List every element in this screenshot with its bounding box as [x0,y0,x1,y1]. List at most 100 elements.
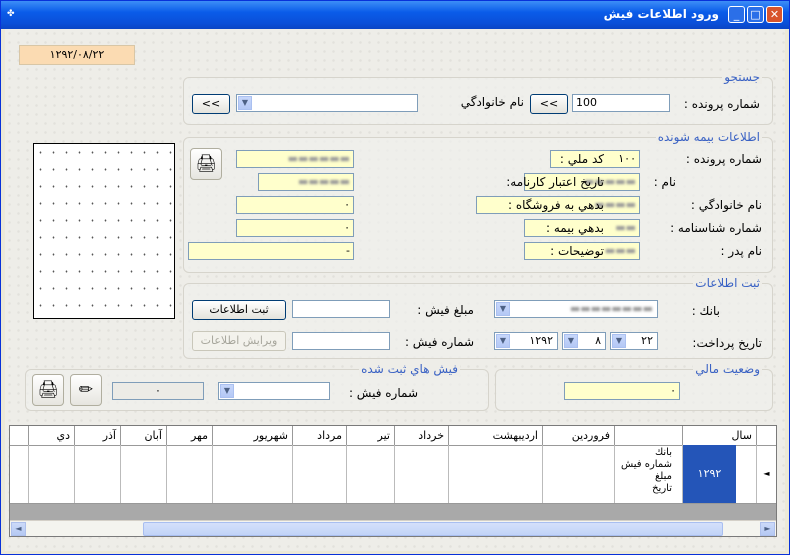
search-file-input[interactable]: 100 [572,94,670,112]
description-label: توضيحات : [550,244,604,258]
cell-shahrivar[interactable] [212,445,292,503]
redacted-text: ▬▬▬▬▬ [298,175,350,188]
cell-ordibehesht[interactable] [448,445,542,503]
scroll-right-icon[interactable]: ► [760,522,775,536]
scroll-left-icon[interactable]: ◄ [11,522,26,536]
window-menu-icon[interactable]: ✤ [7,9,19,19]
row-selector-header [756,426,776,445]
table-row[interactable]: ◄ ١٢٩٢ بانك شماره فيش مبلغ تاريخ [10,445,776,504]
chevron-down-icon[interactable]: ▼ [496,334,510,348]
header-ordibehesht[interactable]: ارديبهشت [448,426,542,445]
chevron-down-icon[interactable]: ▼ [564,334,578,348]
main-window: ✤ ورود اطلاعات فيش _ □ ✕ ١٢٩٢/٠٨/٢٢ جستج… [0,0,790,555]
printer-icon: 🖨 [37,380,59,400]
row-labels-cell[interactable]: بانك شماره فيش مبلغ تاريخ [614,445,682,503]
grid-header: سال فروردين ارديبهشت خرداد تير مرداد شهر… [10,426,776,446]
insurance-debt-field[interactable]: ٠ [236,219,354,237]
receipts-group-title: فيش هاي ثبت شده [359,362,460,376]
chevron-down-icon[interactable]: ▼ [496,302,510,316]
header-mehr[interactable]: مهر [166,426,212,445]
melli-code-field[interactable]: ▬▬▬▬▬▬ [236,150,354,168]
redacted-text: ▬▬▬ [604,244,636,257]
insured-info-group: اطلاعات بيمه شونده شماره پرونده : ١٠٠ نا… [183,130,773,273]
redacted-text: ▬▬ [615,221,636,234]
cell-azar[interactable] [74,445,120,503]
edit-info-button[interactable]: ويرايش اطلاعات [192,331,286,351]
print-receipts-button[interactable]: 🖨 [32,374,64,406]
title-bar[interactable]: ✤ ورود اطلاعات فيش _ □ ✕ [1,1,789,29]
chevron-down-icon[interactable]: ▼ [612,334,626,348]
search-group-title: جستجو [722,70,762,84]
save-info-button[interactable]: ثبت اطلاعات [192,300,286,320]
header-azar[interactable]: آذر [74,426,120,445]
row-year-cell[interactable]: ١٢٩٢ [682,445,736,503]
cell-dey[interactable] [28,445,74,503]
header-year[interactable]: سال [682,426,756,445]
chevron-down-icon[interactable]: ▼ [238,96,252,110]
header-mordad[interactable]: مرداد [292,426,346,445]
row-pointer-icon: ◄ [763,469,770,478]
receipt-number-input[interactable] [292,332,390,350]
insured-father-label: نام پدر : [720,244,762,258]
window-title: ورود اطلاعات فيش [603,7,719,21]
melli-code-label: كد ملي : [559,152,604,166]
pay-month-value: ٨ [595,334,601,347]
search-family-combo[interactable]: ▼ [236,94,418,112]
amount-input[interactable] [292,300,390,318]
cell-khordad[interactable] [394,445,448,503]
pay-day-combo[interactable]: ▼ ٢٢ [610,332,658,350]
pay-year-combo[interactable]: ▼ ١٢٩٢ [494,332,558,350]
receipts-number-label: شماره فيش : [348,386,418,400]
row-label-amount: مبلغ [654,471,672,482]
horizontal-scrollbar[interactable]: ◄ ► [10,520,776,536]
payment-date-label: تاريخ پرداخت: [692,336,762,350]
redacted-text: ▬▬▬▬▬▬ [287,152,350,165]
redacted-text: ▬▬▬▬▬▬▬▬ [569,302,653,315]
clear-button[interactable]: ✏ [70,374,102,406]
insured-id-label: شماره شناسنامه : [670,221,762,235]
description-field[interactable]: - [188,242,354,260]
cell-mehr[interactable] [166,445,212,503]
header-shahrivar[interactable]: شهريور [212,426,292,445]
validity-date-field[interactable]: ▬▬▬▬▬ [258,173,354,191]
close-button[interactable]: ✕ [766,6,783,23]
store-debt-field[interactable]: ٠ [236,196,354,214]
print-insured-button[interactable]: 🖨 [190,148,222,180]
insured-file-label: شماره پرونده : [685,152,762,166]
header-labels[interactable] [614,426,682,445]
header-aban[interactable]: آبان [120,426,166,445]
row-label-date: تاريخ [652,483,672,494]
cell-mordad[interactable] [292,445,346,503]
person-photo [33,143,175,319]
search-file-button[interactable]: >> [530,94,568,114]
receipts-grid[interactable]: سال فروردين ارديبهشت خرداد تير مرداد شهر… [9,425,777,537]
printer-icon: 🖨 [195,154,217,174]
cell-tir[interactable] [346,445,394,503]
pay-month-combo[interactable]: ▼ ٨ [562,332,606,350]
insured-family-label: نام خانوادگي : [690,198,762,212]
chevron-down-icon[interactable]: ▼ [220,384,234,398]
insured-name-label: نام : [653,175,676,189]
header-dey[interactable]: دي [28,426,74,445]
cell-farvardin[interactable] [542,445,614,503]
current-date: ١٢٩٢/٠٨/٢٢ [19,45,135,65]
scroll-thumb[interactable] [143,522,723,536]
minimize-button[interactable]: _ [728,6,745,23]
row-label-bank: بانك [654,447,672,458]
bank-combo[interactable]: ▼ ▬▬▬▬▬▬▬▬ [494,300,658,318]
store-debt-label: بدهي به فروشگاه : [507,198,604,212]
maximize-button[interactable]: □ [747,6,764,23]
cell-aban[interactable] [120,445,166,503]
register-group-title: ثبت اطلاعات [693,276,762,290]
search-file-label: شماره پرونده : [683,97,760,111]
header-farvardin[interactable]: فروردين [542,426,614,445]
financial-group-title: وضعيت مالي [693,362,762,376]
search-family-button[interactable]: >> [192,94,230,114]
header-khordad[interactable]: خرداد [394,426,448,445]
header-tir[interactable]: تير [346,426,394,445]
validity-date-label: تاريخ اعتبار كارنامه: [506,175,604,189]
receipts-combo[interactable]: ▼ [218,382,330,400]
grid-empty-area [10,504,776,520]
receipts-count-field: ٠ [112,382,204,400]
financial-group: وضعيت مالي ٠ [495,362,773,411]
